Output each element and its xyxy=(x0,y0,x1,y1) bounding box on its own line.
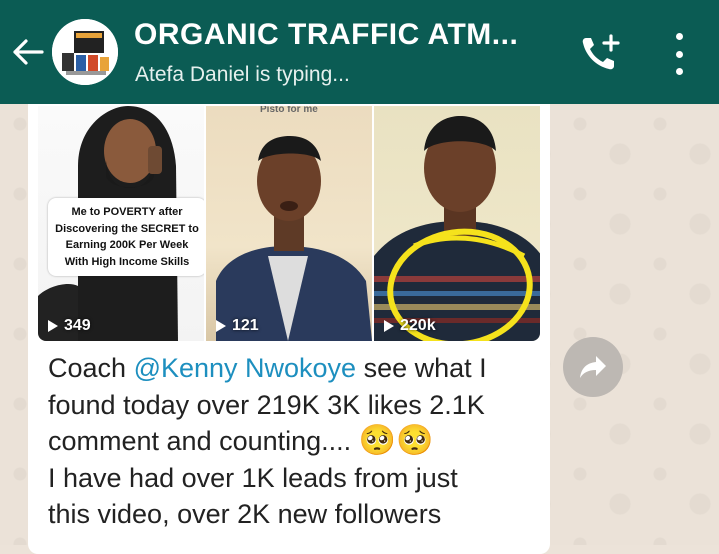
video-thumbnail-3[interactable]: 220k xyxy=(374,106,540,341)
caption-line: With High Income Skills xyxy=(64,255,190,268)
chat-title[interactable]: ORGANIC TRAFFIC ATM... xyxy=(134,18,544,52)
typing-status: Atefa Daniel is typing... xyxy=(135,63,350,86)
forward-button[interactable] xyxy=(563,337,623,397)
message-text-segment: comment and counting.... xyxy=(48,426,359,456)
view-count-value: 220k xyxy=(400,317,436,334)
user-mention[interactable]: @Kenny Nwokoye xyxy=(134,353,357,383)
chat-header: ORGANIC TRAFFIC ATM... Atefa Daniel is t… xyxy=(0,0,719,104)
group-avatar[interactable] xyxy=(52,19,118,85)
person-portrait-image xyxy=(374,116,540,341)
message-line-2: found today over 219K 3K likes 2.1K xyxy=(48,389,485,420)
video-caption: Me to POVERTY after Discovering the SECR… xyxy=(48,198,204,276)
play-icon xyxy=(216,320,226,332)
menu-dot xyxy=(675,50,683,58)
caption-line: Discovering the SECRET to xyxy=(55,222,199,235)
back-button[interactable] xyxy=(8,30,48,74)
person-speaking-image xyxy=(216,136,372,341)
pleading-face-emoji: 🥺🥺 xyxy=(358,424,434,457)
arrow-left-icon xyxy=(13,39,44,65)
video-thumbnail-2[interactable]: Pisto for me 121 xyxy=(206,106,372,341)
menu-dot xyxy=(675,68,683,75)
message-text-segment: see what I xyxy=(356,353,487,383)
video-thumbnail-1[interactable]: Me to POVERTY after Discovering the SECR… xyxy=(38,106,204,341)
play-icon xyxy=(384,320,394,332)
message-line-5: this video, over 2K new followers xyxy=(48,499,442,529)
view-count: 121 xyxy=(216,317,259,335)
view-count-value: 349 xyxy=(64,317,91,334)
view-count: 349 xyxy=(48,317,91,335)
add-call-icon xyxy=(582,34,620,70)
caption-line: Me to POVERTY after xyxy=(71,206,183,218)
message-line-4: I have had over 1K leads from just xyxy=(48,462,458,493)
more-options-button[interactable] xyxy=(664,33,694,75)
forward-icon xyxy=(580,356,606,378)
message-text: Coach @Kenny Nwokoye see what I found to… xyxy=(48,350,538,533)
avatar-image xyxy=(52,19,118,85)
add-call-button[interactable] xyxy=(578,32,624,74)
message-text-segment: Coach xyxy=(48,353,134,383)
play-icon xyxy=(48,320,58,332)
view-count-value: 121 xyxy=(232,317,259,334)
video-thumbnails: Me to POVERTY after Discovering the SECR… xyxy=(38,106,540,341)
message-line-1: Coach @Kenny Nwokoye see what I xyxy=(48,350,538,387)
message-line-3: comment and counting.... 🥺🥺 xyxy=(48,423,538,460)
caption-line: Earning 200K Per Week xyxy=(65,239,189,251)
view-count: 220k xyxy=(384,317,436,335)
menu-dot xyxy=(675,33,683,40)
